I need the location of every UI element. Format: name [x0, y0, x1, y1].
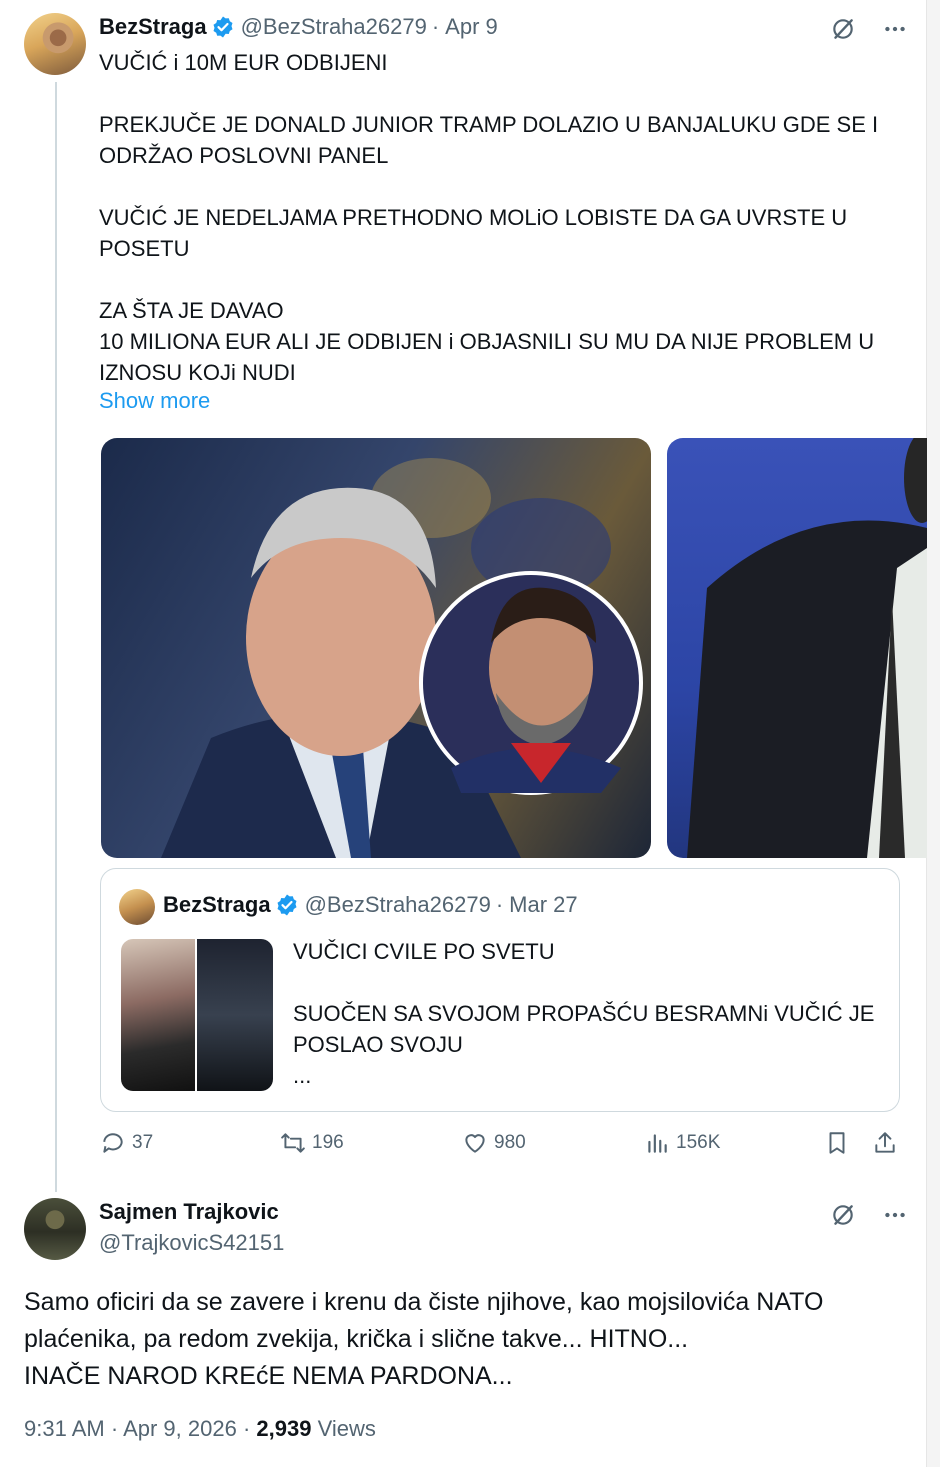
- more-dots-icon[interactable]: [878, 1198, 912, 1232]
- tweet-line: ODRŽAO POSLOVNI PANEL: [99, 143, 389, 168]
- quoted-line: POSLAO SVOJU: [293, 1032, 463, 1057]
- bookmark-button[interactable]: [824, 1130, 850, 1156]
- tweet-line: IZNOSU KOJi NUDI: [99, 360, 296, 385]
- tweet-body: VUČIĆ i 10M EUR ODBIJENI PREKJUČE JE DON…: [99, 47, 899, 388]
- avatar[interactable]: [24, 1198, 86, 1260]
- reply-handle-row: @TrajkovicS42151: [93, 1230, 284, 1256]
- share-button[interactable]: [872, 1130, 898, 1156]
- reply-line: INAČE NAROD KREćE NEMA PARDONA...: [24, 1362, 513, 1390]
- views-chart-icon: [648, 1134, 667, 1153]
- reply-icon: [103, 1133, 123, 1153]
- reply-timestamp-row: 9:31 AM · Apr 9, 2026 · 2,939 Views: [24, 1416, 376, 1442]
- reply-line: plaćenika, pa redom zvekija, krička i sl…: [24, 1325, 689, 1353]
- avatar[interactable]: [24, 13, 86, 75]
- tweet-line: POSETU: [99, 236, 190, 261]
- view-count: 156K: [676, 1132, 721, 1153]
- share-icon: [875, 1132, 895, 1153]
- reply-button[interactable]: 37: [100, 1130, 153, 1156]
- heart-icon: [465, 1134, 485, 1153]
- separator-dot: ·: [431, 14, 440, 39]
- reply-body: Samo oficiri da se zavere i krenu da čis…: [24, 1284, 904, 1395]
- quoted-tweet-date: Mar 27: [509, 892, 578, 917]
- reply-views-count: 2,939: [256, 1416, 312, 1441]
- like-count: 980: [494, 1132, 526, 1153]
- tweet-header: BezStraga @BezStraha26279 · Apr 9: [99, 14, 498, 40]
- tweet-date[interactable]: Apr 9: [445, 14, 498, 40]
- tweet-line: PREKJUČE JE DONALD JUNIOR TRAMP DOLAZIO …: [99, 112, 879, 137]
- repost-count: 196: [312, 1132, 344, 1153]
- repost-button[interactable]: 196: [280, 1130, 344, 1156]
- repost-icon: [281, 1133, 305, 1153]
- quoted-line: ...: [293, 1063, 312, 1088]
- avatar: [119, 889, 155, 925]
- reply-author-name[interactable]: Sajmen Trajkovic: [99, 1199, 279, 1225]
- grok-icon[interactable]: [826, 1198, 860, 1232]
- quoted-tweet-header: BezStraga @BezStraha26279 · Mar 27: [163, 892, 578, 918]
- quoted-tweet-body: VUČICI CVILE PO SVETU SUOČEN SA SVOJOM P…: [293, 936, 889, 1091]
- quoted-line: SUOČEN SA SVOJOM PROPAŠĆU BESRAMNi VUČIĆ…: [293, 1001, 875, 1026]
- thread-connector-line: [55, 82, 57, 1192]
- reply-time[interactable]: 9:31 AM: [24, 1416, 105, 1441]
- author-name[interactable]: BezStraga: [99, 14, 207, 40]
- author-handle[interactable]: @BezStraha26279: [241, 14, 427, 40]
- tweet-action-bar: 37 196 980 156K: [100, 1130, 900, 1166]
- show-more-link[interactable]: Show more: [99, 388, 210, 414]
- photo-illustration: [161, 458, 643, 858]
- reply-top-actions: [826, 1198, 912, 1232]
- reply-views-label: Views: [317, 1416, 376, 1441]
- separator-dot: ·: [242, 1416, 251, 1441]
- media-photo-1[interactable]: [101, 438, 651, 858]
- quoted-line: VUČICI CVILE PO SVETU: [293, 939, 555, 964]
- photo-illustration: [687, 438, 927, 858]
- verified-badge-icon: [213, 16, 233, 38]
- tweet-top-actions: [826, 12, 912, 46]
- quoted-tweet-thumbnail: [121, 939, 273, 1091]
- reply-count: 37: [132, 1132, 154, 1153]
- separator-dot: ·: [495, 892, 504, 917]
- like-button[interactable]: 980: [462, 1130, 526, 1156]
- verified-badge-icon: [277, 894, 297, 916]
- more-dots-icon[interactable]: [878, 12, 912, 46]
- media-photo-2[interactable]: [667, 438, 927, 858]
- tweet-line: VUČIĆ i 10M EUR ODBIJENI: [99, 50, 388, 75]
- thumbnail-left: [121, 939, 197, 1091]
- quoted-author-handle: @BezStraha26279: [304, 892, 491, 917]
- tweet-line: VUČIĆ JE NEDELJAMA PRETHODNO MOLiO LOBIS…: [99, 205, 848, 230]
- separator-dot: ·: [110, 1416, 119, 1441]
- views-button[interactable]: 156K: [644, 1130, 720, 1156]
- bookmark-icon: [829, 1132, 845, 1154]
- quoted-tweet-card[interactable]: BezStraga @BezStraha26279 · Mar 27 VUČIC…: [100, 868, 900, 1112]
- quoted-author-name: BezStraga: [163, 892, 271, 917]
- page-right-edge: [926, 0, 940, 1467]
- tweet-line: 10 MILIONA EUR ALI JE ODBIJEN i OBJASNIL…: [99, 329, 875, 354]
- grok-icon[interactable]: [826, 12, 860, 46]
- thumbnail-right: [197, 939, 273, 1091]
- reply-date[interactable]: Apr 9, 2026: [123, 1416, 237, 1441]
- tweet-line: ZA ŠTA JE DAVAO: [99, 298, 284, 323]
- reply-header: Sajmen Trajkovic: [99, 1199, 279, 1225]
- reply-line: Samo oficiri da se zavere i krenu da čis…: [24, 1288, 824, 1316]
- reply-author-handle[interactable]: @TrajkovicS42151: [99, 1230, 284, 1256]
